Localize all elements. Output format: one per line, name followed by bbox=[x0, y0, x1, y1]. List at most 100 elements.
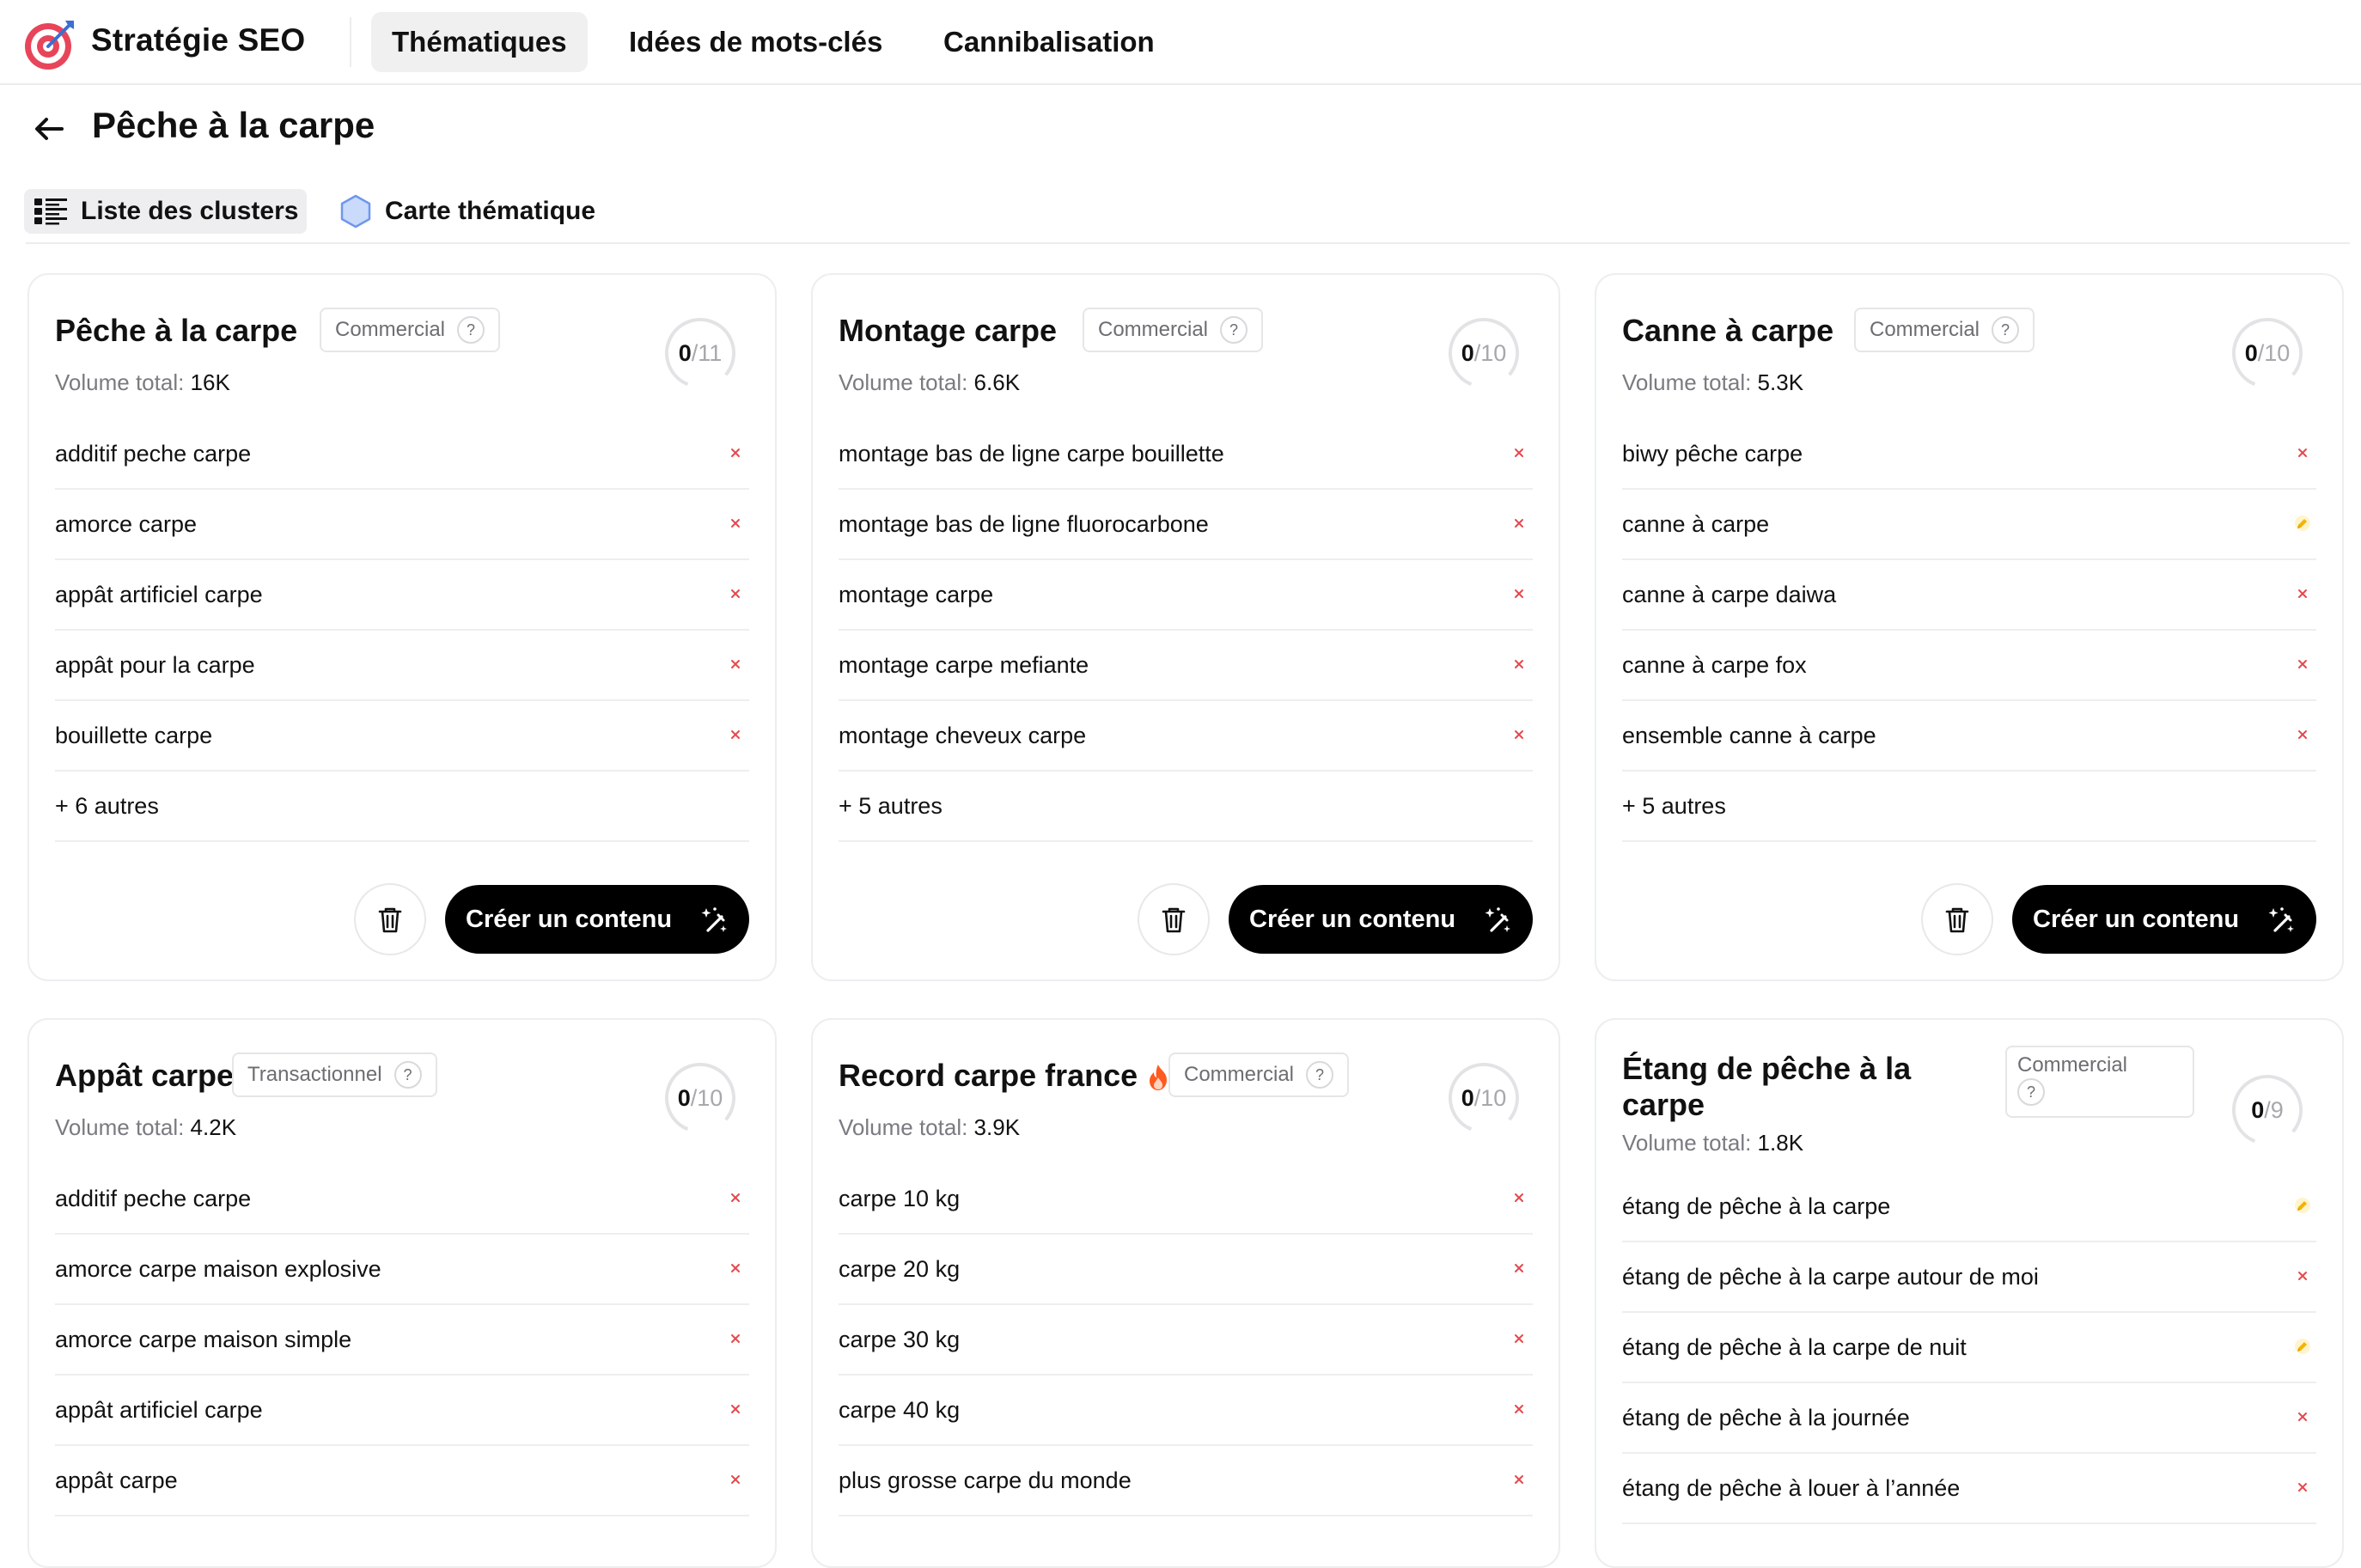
view-tab-thematic-map[interactable]: Carte thématique bbox=[330, 189, 604, 234]
remove-keyword-icon[interactable] bbox=[727, 515, 744, 532]
remove-keyword-icon[interactable] bbox=[2294, 656, 2311, 673]
volume-value: 4.2K bbox=[190, 1114, 237, 1140]
back-arrow-icon[interactable] bbox=[31, 112, 65, 146]
intent-label: Transactionnel bbox=[247, 1063, 382, 1086]
intent-label: Commercial bbox=[1870, 318, 1980, 341]
keyword-text: étang de pêche à la carpe autour de moi bbox=[1622, 1263, 2039, 1290]
score-ring: 0/10 bbox=[1447, 316, 1521, 390]
keyword-row: bouillette carpe bbox=[55, 701, 749, 772]
remove-keyword-icon[interactable] bbox=[2294, 1479, 2311, 1496]
fire-icon bbox=[1150, 1065, 1168, 1091]
help-icon[interactable]: ? bbox=[457, 316, 485, 344]
remove-keyword-icon[interactable] bbox=[2294, 726, 2311, 743]
keyword-list: additif peche carpe amorce carpe appât art… bbox=[55, 419, 749, 842]
keyword-text: canne à carpe fox bbox=[1622, 651, 1807, 678]
remove-keyword-icon[interactable] bbox=[727, 656, 744, 673]
keyword-text: carpe 40 kg bbox=[839, 1396, 961, 1423]
volume-value: 3.9K bbox=[973, 1114, 1021, 1140]
trash-icon bbox=[1945, 907, 1969, 933]
pending-edit-icon[interactable] bbox=[2294, 1197, 2311, 1214]
nav-divider bbox=[350, 17, 351, 67]
remove-keyword-icon[interactable] bbox=[727, 1260, 744, 1277]
remove-keyword-icon[interactable] bbox=[1510, 585, 1528, 602]
delete-cluster-button[interactable] bbox=[354, 883, 426, 955]
keyword-row: étang de pêche à la carpe de nuit bbox=[1622, 1313, 2316, 1383]
remove-keyword-icon[interactable] bbox=[727, 726, 744, 743]
remove-keyword-icon[interactable] bbox=[1510, 444, 1528, 461]
score-total: /10 bbox=[2257, 340, 2291, 366]
top-navigation: Stratégie SEO Thématiques Idées de mots-… bbox=[0, 0, 2361, 85]
remove-keyword-icon[interactable] bbox=[727, 1330, 744, 1347]
remove-keyword-icon[interactable] bbox=[1510, 1400, 1528, 1418]
keyword-row: amorce carpe maison explosive bbox=[55, 1235, 749, 1305]
help-icon[interactable]: ? bbox=[1992, 316, 2020, 344]
keyword-row: amorce carpe bbox=[55, 490, 749, 560]
view-tab-cluster-list[interactable]: Liste des clusters bbox=[24, 189, 308, 234]
remove-keyword-icon[interactable] bbox=[1510, 515, 1528, 532]
more-keywords-link[interactable]: + 5 autres bbox=[839, 772, 1533, 842]
remove-keyword-icon[interactable] bbox=[2294, 1408, 2311, 1425]
keyword-text: amorce carpe maison explosive bbox=[55, 1255, 381, 1282]
score-ring: 0/10 bbox=[2230, 316, 2304, 390]
delete-cluster-button[interactable] bbox=[1138, 883, 1210, 955]
remove-keyword-icon[interactable] bbox=[1510, 1260, 1528, 1277]
create-content-button[interactable]: Créer un contenu bbox=[2012, 885, 2316, 954]
keyword-row: appât artificiel carpe bbox=[55, 1376, 749, 1446]
keyword-text: montage carpe mefiante bbox=[839, 651, 1089, 678]
volume-value: 5.3K bbox=[1757, 369, 1804, 395]
volume-value: 1.8K bbox=[1757, 1130, 1804, 1156]
keyword-text: biwy pêche carpe bbox=[1622, 440, 1803, 467]
remove-keyword-icon[interactable] bbox=[1510, 726, 1528, 743]
volume-total: Volume total: 3.9K bbox=[839, 1114, 1020, 1141]
remove-keyword-icon[interactable] bbox=[727, 444, 744, 461]
remove-keyword-icon[interactable] bbox=[727, 1400, 744, 1418]
more-keywords-link[interactable]: + 6 autres bbox=[55, 772, 749, 842]
help-icon[interactable]: ? bbox=[1220, 316, 1248, 344]
keyword-row: carpe 30 kg bbox=[839, 1305, 1533, 1376]
remove-keyword-icon[interactable] bbox=[2294, 1267, 2311, 1284]
help-icon[interactable]: ? bbox=[394, 1061, 422, 1089]
cluster-card: Record carpe france Commercial? Volume tot… bbox=[811, 1018, 1560, 1568]
cluster-title-text: Appât carpe bbox=[55, 1058, 235, 1093]
score-total: /11 bbox=[691, 340, 723, 366]
keyword-text: montage bas de ligne carpe bouillette bbox=[839, 440, 1224, 467]
remove-keyword-icon[interactable] bbox=[727, 1189, 744, 1206]
keyword-text: étang de pêche à louer à l’année bbox=[1622, 1474, 1961, 1501]
score-count: 0 bbox=[2251, 1097, 2265, 1123]
remove-keyword-icon[interactable] bbox=[727, 585, 744, 602]
keyword-row: montage cheveux carpe bbox=[839, 701, 1533, 772]
create-content-button[interactable]: Créer un contenu bbox=[1229, 885, 1533, 954]
more-keywords-link[interactable]: + 5 autres bbox=[1622, 772, 2316, 842]
pending-edit-icon[interactable] bbox=[2294, 1338, 2311, 1355]
remove-keyword-icon[interactable] bbox=[727, 1471, 744, 1488]
volume-total: Volume total: 1.8K bbox=[1622, 1130, 1803, 1156]
remove-keyword-icon[interactable] bbox=[1510, 656, 1528, 673]
keyword-row: montage bas de ligne carpe bouillette bbox=[839, 419, 1533, 490]
tab-cannibalisation[interactable]: Cannibalisation bbox=[923, 12, 1175, 72]
remove-keyword-icon[interactable] bbox=[1510, 1189, 1528, 1206]
remove-keyword-icon[interactable] bbox=[1510, 1330, 1528, 1347]
remove-keyword-icon[interactable] bbox=[2294, 585, 2311, 602]
keyword-text: étang de pêche à la carpe de nuit bbox=[1622, 1333, 1967, 1360]
keyword-text: carpe 10 kg bbox=[839, 1185, 961, 1211]
keyword-list: biwy pêche carpe canne à carpe canne à car… bbox=[1622, 419, 2316, 842]
volume-total: Volume total: 5.3K bbox=[1622, 369, 1803, 396]
tab-thematiques[interactable]: Thématiques bbox=[371, 12, 588, 72]
tab-idees-mots-cles[interactable]: Idées de mots-clés bbox=[608, 12, 903, 72]
create-content-button[interactable]: Créer un contenu bbox=[445, 885, 749, 954]
help-icon[interactable]: ? bbox=[2017, 1078, 2045, 1106]
remove-keyword-icon[interactable] bbox=[1510, 1471, 1528, 1488]
intent-label: Commercial bbox=[1098, 318, 1209, 341]
delete-cluster-button[interactable] bbox=[1921, 883, 1993, 955]
remove-keyword-icon[interactable] bbox=[2294, 444, 2311, 461]
score-total: /10 bbox=[1473, 1085, 1507, 1111]
keyword-list: additif peche carpe amorce carpe maison e… bbox=[55, 1164, 749, 1516]
keyword-row: additif peche carpe bbox=[55, 1164, 749, 1235]
trash-icon bbox=[378, 907, 402, 933]
score-count: 0 bbox=[678, 340, 692, 366]
keyword-row: ensemble canne à carpe bbox=[1622, 701, 2316, 772]
keyword-text: plus grosse carpe du monde bbox=[839, 1467, 1132, 1493]
pending-edit-icon[interactable] bbox=[2294, 515, 2311, 532]
help-icon[interactable]: ? bbox=[1306, 1061, 1334, 1089]
cluster-title-text: Canne à carpe bbox=[1622, 313, 1834, 348]
